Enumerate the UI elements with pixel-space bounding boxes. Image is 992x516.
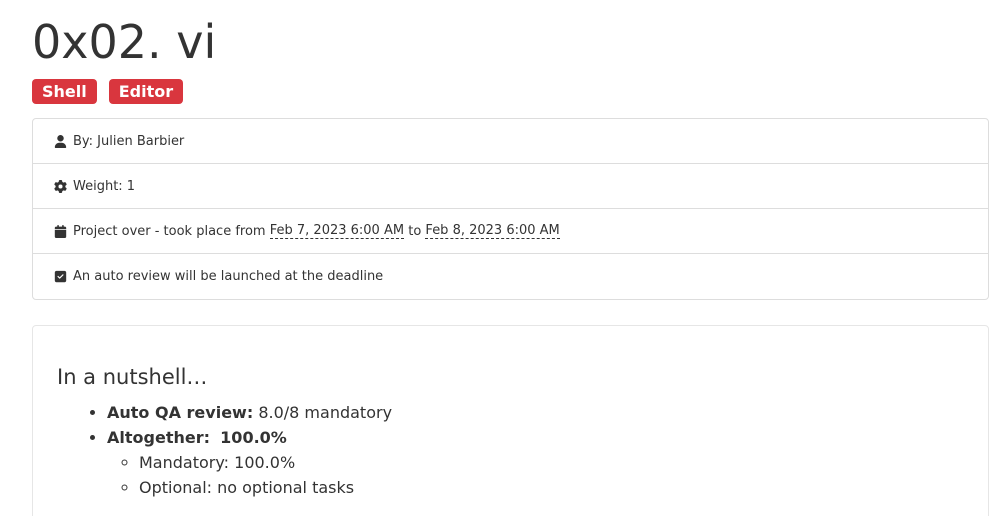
weight-text: Weight: 1 — [73, 178, 136, 194]
checkbox-icon — [53, 270, 67, 284]
altogether-label: Altogether: — [107, 428, 210, 447]
dates-row: Project over - took place from Feb 7, 20… — [33, 209, 988, 254]
project-metadata-panel: By: Julien Barbier Weight: 1 Project ove… — [32, 118, 989, 300]
auto-review-row: An auto review will be launched at the d… — [33, 254, 988, 299]
tag-editor[interactable]: Editor — [108, 79, 184, 104]
calendar-icon — [53, 224, 67, 238]
altogether-sublist: Mandatory: 100.0% Optional: no optional … — [107, 450, 392, 500]
start-date: Feb 7, 2023 6:00 AM — [269, 222, 405, 239]
qa-review-label: Auto QA review: — [107, 403, 254, 422]
altogether-item: Altogether: 100.0% Mandatory: 100.0% Opt… — [107, 425, 392, 500]
optional-item: Optional: no optional tasks — [139, 475, 392, 500]
tag-shell[interactable]: Shell — [32, 79, 97, 104]
dates-prefix: Project over - took place from — [73, 223, 266, 239]
qa-review-item: Auto QA review: 8.0/8 mandatory — [107, 400, 392, 425]
mandatory-item: Mandatory: 100.0% — [139, 450, 392, 475]
author-row: By: Julien Barbier — [33, 119, 988, 164]
nutshell-title: In a nutshell… — [57, 365, 208, 389]
auto-review-text: An auto review will be launched at the d… — [73, 269, 384, 284]
nutshell-list: Auto QA review: 8.0/8 mandatory Altogeth… — [57, 400, 392, 500]
user-icon — [53, 134, 67, 148]
qa-review-value: 8.0/8 mandatory — [258, 403, 393, 422]
gear-icon — [53, 179, 67, 193]
project-page: 0x02. vi Shell Editor By: Julien Barbier… — [0, 0, 992, 516]
altogether-value: 100.0% — [220, 428, 287, 447]
page-title: 0x02. vi — [32, 15, 217, 69]
author-text: By: Julien Barbier — [73, 133, 185, 149]
tag-list: Shell Editor — [32, 79, 184, 104]
end-date: Feb 8, 2023 6:00 AM — [425, 222, 560, 239]
nutshell-panel: In a nutshell… Auto QA review: 8.0/8 man… — [32, 325, 989, 516]
weight-row: Weight: 1 — [33, 164, 988, 209]
dates-joiner: to — [408, 223, 422, 239]
